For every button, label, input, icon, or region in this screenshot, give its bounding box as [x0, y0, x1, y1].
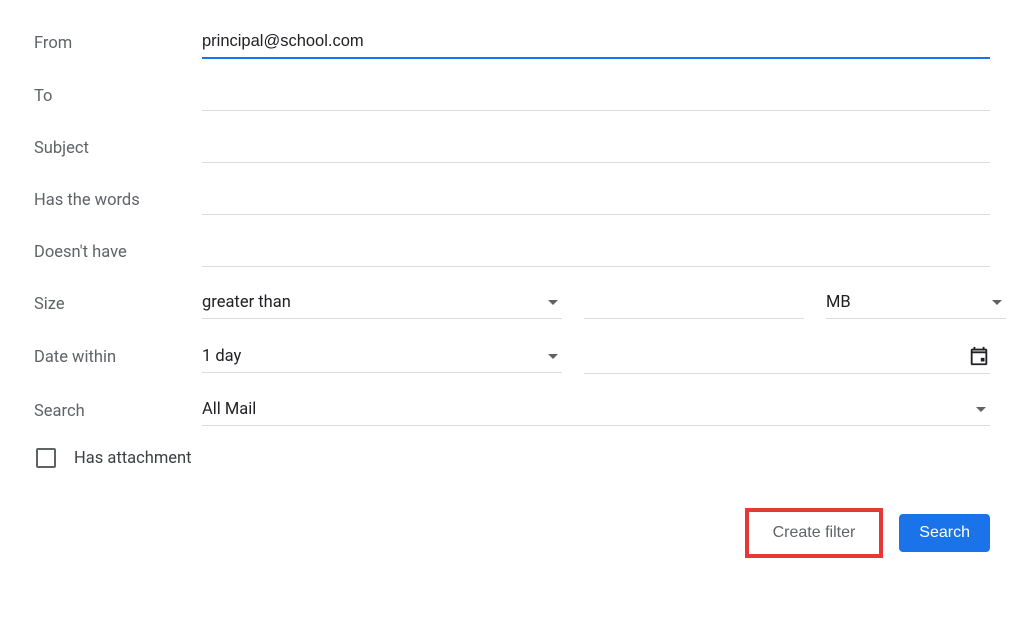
row-search-scope: Search All Mail: [34, 396, 990, 426]
search-scope-value: All Mail: [202, 400, 968, 419]
row-date-within: Date within 1 day: [34, 341, 990, 374]
date-range-select[interactable]: 1 day: [202, 343, 562, 373]
label-search-scope: Search: [34, 402, 202, 421]
to-input[interactable]: [202, 81, 990, 111]
has-attachment-checkbox[interactable]: [36, 448, 56, 468]
field-wrap-subject: [202, 133, 990, 163]
label-to: To: [34, 87, 202, 106]
chevron-down-icon: [976, 407, 986, 412]
field-wrap-to: [202, 81, 990, 111]
has-words-input[interactable]: [202, 185, 990, 215]
field-wrap-has-words: [202, 185, 990, 215]
date-value-input[interactable]: [584, 341, 990, 374]
label-from: From: [34, 34, 202, 53]
row-has-words: Has the words: [34, 185, 990, 215]
button-row: Create filter Search: [34, 508, 990, 558]
label-doesnt-have: Doesn't have: [34, 243, 202, 262]
size-comparator-value: greater than: [202, 293, 540, 312]
calendar-icon: [968, 345, 990, 367]
field-wrap-from: [202, 28, 990, 59]
row-doesnt-have: Doesn't have: [34, 237, 990, 267]
row-subject: Subject: [34, 133, 990, 163]
label-size: Size: [34, 295, 202, 314]
has-attachment-label: Has attachment: [74, 449, 192, 468]
annotation-highlight: Create filter: [745, 508, 884, 558]
size-value-input[interactable]: [584, 289, 804, 319]
size-comparator-select[interactable]: greater than: [202, 289, 562, 319]
label-subject: Subject: [34, 139, 202, 158]
field-wrap-date: 1 day: [202, 341, 990, 374]
field-wrap-doesnt-have: [202, 237, 990, 267]
filter-form: From To Subject Has the words Doesn't ha…: [0, 0, 1024, 558]
date-range-value: 1 day: [202, 347, 540, 366]
row-size: Size greater than MB: [34, 289, 990, 319]
chevron-down-icon: [992, 300, 1002, 305]
label-date-within: Date within: [34, 348, 202, 367]
from-input[interactable]: [202, 28, 990, 59]
create-filter-button[interactable]: Create filter: [753, 514, 876, 552]
label-has-words: Has the words: [34, 191, 202, 210]
row-from: From: [34, 28, 990, 59]
row-has-attachment: Has attachment: [34, 448, 990, 468]
chevron-down-icon: [548, 354, 558, 359]
search-button[interactable]: Search: [899, 514, 990, 552]
row-to: To: [34, 81, 990, 111]
doesnt-have-input[interactable]: [202, 237, 990, 267]
size-unit-value: MB: [826, 293, 984, 312]
search-scope-select[interactable]: All Mail: [202, 396, 990, 426]
field-wrap-search-scope: All Mail: [202, 396, 990, 426]
subject-input[interactable]: [202, 133, 990, 163]
chevron-down-icon: [548, 300, 558, 305]
field-wrap-size: greater than MB: [202, 289, 1006, 319]
size-unit-select[interactable]: MB: [826, 289, 1006, 319]
